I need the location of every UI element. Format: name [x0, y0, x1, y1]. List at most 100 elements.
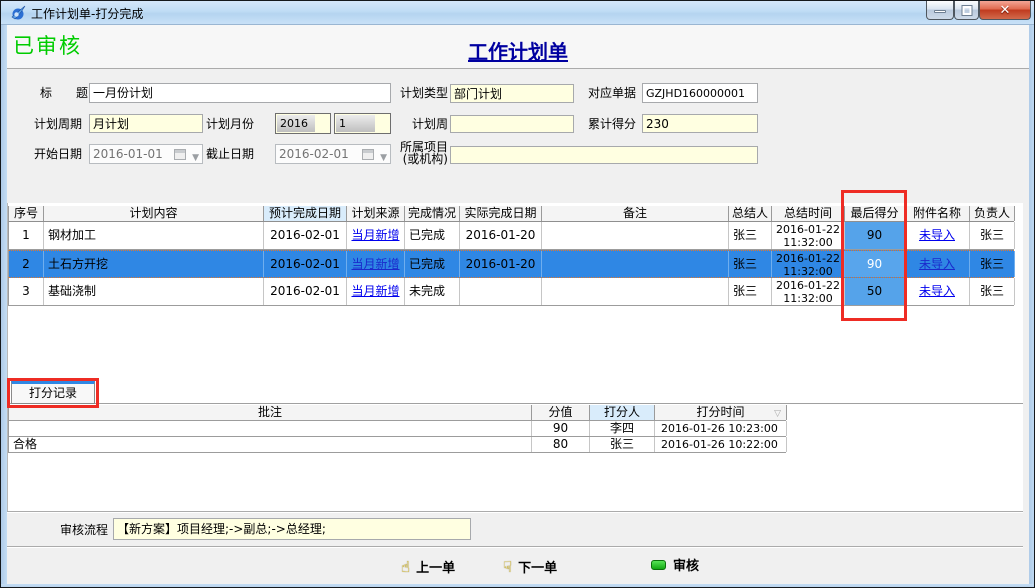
plan-monthnum-spinner[interactable]: 1 — [334, 113, 391, 134]
score-col-time-label: 打分时间 — [696, 405, 744, 419]
minimize-button[interactable] — [926, 1, 954, 20]
previous-button[interactable]: ☝ 上一单 — [401, 557, 455, 577]
score-col-score[interactable]: 分值 — [532, 405, 590, 420]
previous-button-label: 上一单 — [416, 561, 455, 576]
project-field[interactable] — [450, 146, 758, 164]
cell-remark — [542, 222, 729, 249]
tab-strip-divider — [7, 403, 1023, 404]
tab-score-records[interactable]: 打分记录 — [11, 381, 95, 404]
audit-button[interactable]: 审核 — [651, 557, 699, 577]
cell-actual: 2016-01-20 — [460, 251, 542, 277]
start-date-picker[interactable]: 2016-01-01 ▼ — [89, 144, 203, 164]
source-link[interactable]: 当月新增 — [351, 284, 399, 298]
next-button[interactable]: ☟ 下一单 — [503, 557, 557, 577]
cell-owner: 张三 — [970, 251, 1015, 277]
cell-remark — [542, 251, 729, 277]
cell-status: 已完成 — [405, 251, 460, 277]
calendar-icon — [362, 149, 374, 160]
maximize-icon — [962, 6, 971, 15]
minimize-icon — [934, 10, 946, 13]
cell-no: 3 — [9, 278, 44, 305]
next-button-label: 下一单 — [518, 561, 557, 576]
cell-content: 土石方开挖 — [44, 251, 264, 277]
window-title: 工作计划单-打分完成 — [31, 5, 143, 22]
cell-attachment: 未导入 — [905, 278, 970, 305]
col-header-source[interactable]: 计划来源 — [347, 206, 405, 221]
plan-year-spinner[interactable]: 2016 — [275, 113, 331, 134]
page-title: 工作计划单 — [7, 36, 1029, 65]
project-label-line2: (或机构) — [397, 153, 448, 166]
plan-type-field[interactable]: 部门计划 — [450, 84, 574, 103]
hand-up-icon: ☝ — [401, 558, 410, 576]
col-header-actual[interactable]: 实际完成日期 — [460, 206, 542, 221]
col-header-no[interactable]: 序号 — [9, 206, 44, 221]
attachment-link[interactable]: 未导入 — [919, 284, 955, 298]
cell-content: 钢材加工 — [44, 222, 264, 249]
window-frame-bottom — [1, 584, 1035, 588]
cell-content: 基础浇制 — [44, 278, 264, 305]
col-header-remark[interactable]: 备注 — [542, 206, 729, 221]
chevron-down-icon: ▼ — [380, 149, 387, 167]
cell-time: 2016-01-22 11:32:00 — [772, 278, 845, 305]
col-header-content[interactable]: 计划内容 — [44, 206, 264, 221]
cell-time: 2016-01-22 11:32:00 — [772, 222, 845, 249]
total-score-field[interactable]: 230 — [642, 114, 758, 133]
col-header-final[interactable]: 最后得分 — [845, 206, 905, 221]
source-link[interactable]: 当月新增 — [351, 228, 399, 242]
attachment-link[interactable]: 未导入 — [919, 257, 955, 271]
score-table-header: 批注 分值 打分人 打分时间 ▽ — [8, 405, 786, 421]
plan-week-field[interactable] — [450, 115, 574, 133]
score-col-time[interactable]: 打分时间 ▽ — [655, 405, 787, 420]
col-header-summarizer[interactable]: 总结人 — [729, 206, 772, 221]
total-score-label: 累计得分 — [588, 114, 636, 134]
close-button[interactable]: ✕ — [979, 1, 1031, 20]
title-input[interactable]: 一月份计划 — [89, 83, 391, 103]
score-row[interactable]: 90 李四 2016-01-26 10:23:00 — [8, 421, 786, 437]
cell-attachment: 未导入 — [905, 251, 970, 277]
cell-score: 90 — [532, 421, 590, 436]
doc-no-input[interactable]: GZJHD160000001 — [642, 83, 758, 103]
cell-no: 2 — [9, 251, 44, 277]
cell-comment: 合格 — [9, 437, 532, 452]
review-flow-field[interactable]: 【新方案】项目经理;->副总;->总经理; — [113, 518, 471, 540]
end-date-picker[interactable]: 2016-02-01 ▼ — [275, 144, 391, 164]
doc-no-label: 对应单据 — [588, 83, 636, 103]
cell-expected: 2016-02-01 — [264, 251, 347, 277]
cell-comment — [9, 421, 532, 436]
plan-table-header: 序号 计划内容 预计完成日期 计划来源 完成情况 实际完成日期 备注 总结人 总… — [8, 206, 1014, 222]
table-row[interactable]: 3 基础浇制 2016-02-01 当月新增 未完成 张三 2016-01-22… — [8, 278, 1014, 306]
attachment-link[interactable]: 未导入 — [919, 228, 955, 242]
col-header-owner[interactable]: 负责人 — [970, 206, 1015, 221]
cell-attachment: 未导入 — [905, 222, 970, 249]
hand-down-icon: ☟ — [503, 558, 512, 576]
close-icon: ✕ — [980, 3, 1030, 18]
cell-summarizer: 张三 — [729, 251, 772, 277]
score-row[interactable]: 合格 80 张三 2016-01-26 10:22:00 — [8, 437, 786, 453]
cell-expected: 2016-02-01 — [264, 222, 347, 249]
review-flow-label: 审核流程 — [58, 520, 108, 540]
cell-status: 未完成 — [405, 278, 460, 305]
plan-year-value: 2016 — [277, 115, 315, 132]
cell-source: 当月新增 — [347, 278, 405, 305]
table-row[interactable]: 1 钢材加工 2016-02-01 当月新增 已完成 2016-01-20 张三… — [8, 222, 1014, 250]
score-col-comment[interactable]: 批注 — [9, 405, 532, 420]
sort-descending-icon: ▽ — [774, 407, 781, 420]
cell-actual — [460, 278, 542, 305]
cell-source: 当月新增 — [347, 251, 405, 277]
col-header-time[interactable]: 总结时间 — [772, 206, 845, 221]
cell-owner: 张三 — [970, 222, 1015, 249]
cell-source: 当月新增 — [347, 222, 405, 249]
divider — [7, 546, 1023, 548]
maximize-button[interactable] — [954, 1, 979, 20]
source-link[interactable]: 当月新增 — [351, 257, 399, 271]
plan-cycle-field[interactable]: 月计划 — [89, 114, 203, 133]
plan-month-label: 计划月份 — [206, 114, 254, 134]
col-header-status[interactable]: 完成情况 — [405, 206, 460, 221]
col-header-expected[interactable]: 预计完成日期 — [264, 206, 347, 221]
col-header-attachment[interactable]: 附件名称 — [905, 206, 970, 221]
plan-cycle-label: 计划周期 — [34, 114, 82, 134]
cell-scorer: 李四 — [590, 421, 655, 436]
table-row-selected[interactable]: 2 土石方开挖 2016-02-01 当月新增 已完成 2016-01-20 张… — [8, 250, 1014, 278]
cell-final-score: 90 — [845, 222, 905, 249]
score-col-scorer[interactable]: 打分人 — [590, 405, 655, 420]
